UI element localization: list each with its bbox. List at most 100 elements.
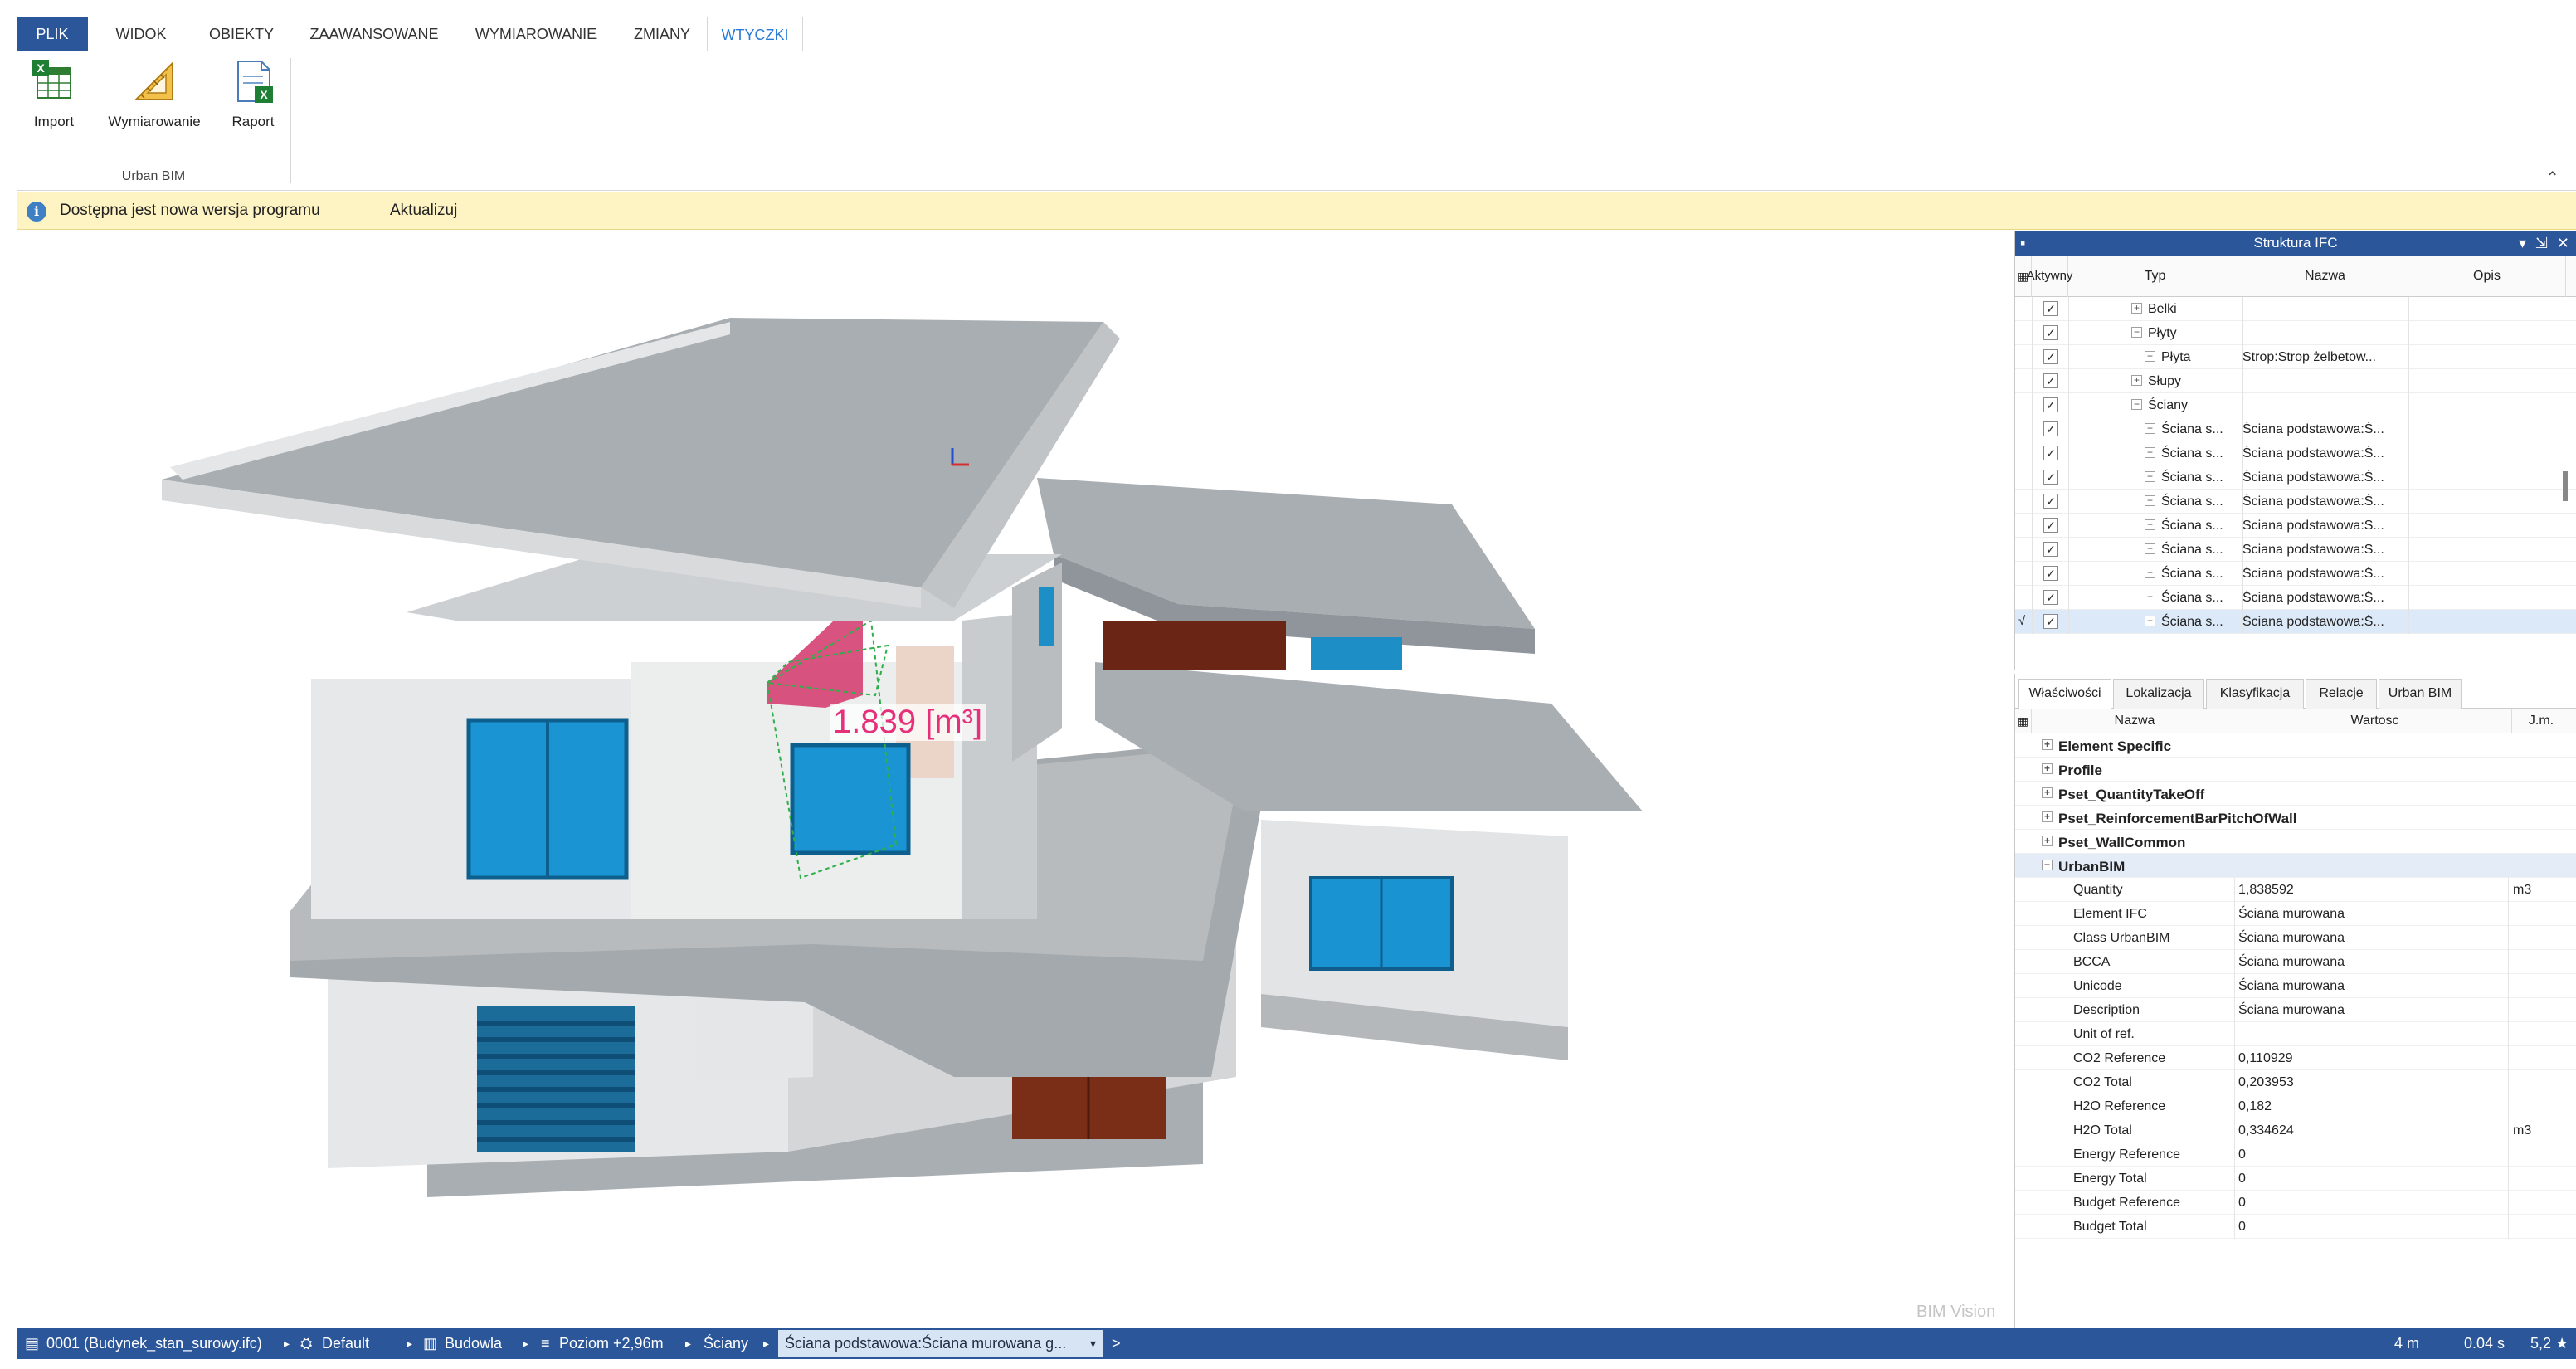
header-wartosc[interactable]: Wartosc <box>2238 709 2512 733</box>
expand-icon[interactable]: + <box>2042 739 2053 750</box>
ifc-tree-row[interactable]: ✓ + Belki <box>2015 297 2576 321</box>
expand-icon[interactable]: + <box>2131 375 2142 386</box>
expand-icon[interactable]: + <box>2145 519 2155 530</box>
property-group[interactable]: + Profile <box>2015 758 2576 782</box>
property-group[interactable]: + Pset_QuantityTakeOff <box>2015 782 2576 806</box>
panel-dropdown-icon[interactable]: ▾ <box>2519 231 2526 256</box>
tab-wymiarowanie[interactable]: WYMIAROWANIE <box>461 17 611 51</box>
tab-lokalizacja[interactable]: Lokalizacja <box>2113 679 2204 709</box>
pin-icon[interactable]: ⇲ <box>2535 231 2548 256</box>
tab-widok[interactable]: WIDOK <box>100 17 183 51</box>
tab-plik[interactable]: PLIK <box>17 17 88 51</box>
active-checkbox[interactable]: ✓ <box>2043 421 2058 436</box>
active-checkbox[interactable]: ✓ <box>2043 518 2058 533</box>
header-active[interactable]: Aktywny <box>2027 256 2072 297</box>
property-row[interactable]: H2O Total 0,334624 m3 <box>2015 1118 2576 1142</box>
collapse-icon[interactable]: − <box>2131 399 2142 410</box>
expand-icon[interactable]: + <box>2145 495 2155 506</box>
property-row[interactable]: Element IFC Ściana murowana <box>2015 902 2576 926</box>
ifc-scrollbar[interactable] <box>2563 471 2568 501</box>
property-row[interactable]: Energy Reference 0 <box>2015 1142 2576 1167</box>
ifc-tree-row[interactable]: ✓ + Ściana s... Ściana podstawowa:Ś... <box>2015 490 2576 514</box>
active-checkbox[interactable]: ✓ <box>2043 542 2058 557</box>
property-row[interactable]: Class UrbanBIM Ściana murowana <box>2015 926 2576 950</box>
status-file[interactable]: 0001 (Budynek_stan_surowy.ifc) <box>46 1335 262 1352</box>
header-type[interactable]: Typ <box>2068 256 2242 297</box>
property-row[interactable]: Description Ściana murowana <box>2015 998 2576 1022</box>
wymiarowanie-button[interactable]: Wymiarowanie <box>96 58 212 151</box>
expand-icon[interactable]: + <box>2145 616 2155 626</box>
ifc-tree-row[interactable]: ✓ + Ściana s... Ściana podstawowa:Ś... <box>2015 441 2576 465</box>
status-element[interactable]: Ściana podstawowa:Ściana murowana g... <box>778 1330 1103 1357</box>
ifc-tree-row[interactable]: ✓ + Ściana s... Ściana podstawowa:Ś... <box>2015 562 2576 586</box>
property-group[interactable]: + Pset_ReinforcementBarPitchOfWall <box>2015 806 2576 830</box>
ifc-tree-row[interactable]: ✓ + Słupy <box>2015 369 2576 393</box>
property-row[interactable]: Energy Total 0 <box>2015 1167 2576 1191</box>
tab-relacje[interactable]: Relacje <box>2306 679 2377 709</box>
properties-column-chooser-icon[interactable]: ▦ <box>2015 709 2032 733</box>
ifc-tree-row[interactable]: ✓ + Ściana s... Ściana podstawowa:Ś... <box>2015 586 2576 610</box>
property-row[interactable]: Quantity 1,838592 m3 <box>2015 878 2576 902</box>
active-checkbox[interactable]: ✓ <box>2043 446 2058 460</box>
tab-wtyczki[interactable]: WTYCZKI <box>707 17 803 52</box>
tab-zmiany[interactable]: ZMIANY <box>621 17 704 51</box>
property-row[interactable]: H2O Reference 0,182 <box>2015 1094 2576 1118</box>
property-row[interactable]: CO2 Reference 0,110929 <box>2015 1046 2576 1070</box>
expand-icon[interactable]: + <box>2145 543 2155 554</box>
active-checkbox[interactable]: ✓ <box>2043 566 2058 581</box>
active-checkbox[interactable]: ✓ <box>2043 397 2058 412</box>
ifc-tree-row[interactable]: ✓ + Ściana s... Ściana podstawowa:Ś... <box>2015 514 2576 538</box>
tab-urban-bim[interactable]: Urban BIM <box>2379 679 2462 709</box>
property-row[interactable]: CO2 Total 0,203953 <box>2015 1070 2576 1094</box>
property-group[interactable]: + Element Specific <box>2015 733 2576 758</box>
ifc-tree-row[interactable]: ✓ − Płyty <box>2015 321 2576 345</box>
expand-icon[interactable]: + <box>2042 763 2053 774</box>
tab-zaawansowane[interactable]: ZAAWANSOWANE <box>295 17 453 51</box>
active-checkbox[interactable]: ✓ <box>2043 349 2058 364</box>
active-checkbox[interactable]: ✓ <box>2043 494 2058 509</box>
expand-icon[interactable]: + <box>2145 423 2155 434</box>
expand-icon[interactable]: + <box>2145 351 2155 362</box>
dropdown-icon[interactable]: ▾ <box>1090 1337 1096 1351</box>
status-category[interactable]: Ściany <box>704 1335 748 1352</box>
property-row[interactable]: Unicode Ściana murowana <box>2015 974 2576 998</box>
expand-icon[interactable]: + <box>2042 811 2053 822</box>
property-group[interactable]: − UrbanBIM <box>2015 854 2576 878</box>
active-checkbox[interactable]: ✓ <box>2043 325 2058 340</box>
status-view[interactable]: Default <box>322 1335 369 1352</box>
ifc-tree-row[interactable]: ✓ + Płyta Strop:Strop żelbetow... <box>2015 345 2576 369</box>
expand-icon[interactable]: + <box>2042 836 2053 846</box>
property-row[interactable]: Budget Reference 0 <box>2015 1191 2576 1215</box>
ifc-tree-row[interactable]: √ ✓ + Ściana s... Ściana podstawowa:Ś... <box>2015 610 2576 634</box>
ifc-tree-row[interactable]: ✓ + Ściana s... Ściana podstawowa:Ś... <box>2015 465 2576 490</box>
collapse-icon[interactable]: − <box>2042 860 2053 870</box>
collapse-icon[interactable]: − <box>2131 327 2142 338</box>
3d-viewport[interactable]: 1.839 [m³] BIM Vision <box>17 231 2008 1328</box>
ifc-tree-row[interactable]: ✓ − Ściany <box>2015 393 2576 417</box>
active-checkbox[interactable]: ✓ <box>2043 590 2058 605</box>
close-icon[interactable]: ✕ <box>2557 231 2569 256</box>
active-checkbox[interactable]: ✓ <box>2043 373 2058 388</box>
collapse-ribbon-icon[interactable]: ⌃ <box>2545 168 2559 188</box>
header-nazwa[interactable]: Nazwa <box>2032 709 2238 733</box>
property-row[interactable]: Budget Total 0 <box>2015 1215 2576 1239</box>
header-desc[interactable]: Opis <box>2408 256 2566 297</box>
tab-klasyfikacja[interactable]: Klasyfikacja <box>2206 679 2304 709</box>
ifc-tree-row[interactable]: ✓ + Ściana s... Ściana podstawowa:Ś... <box>2015 417 2576 441</box>
expand-icon[interactable]: + <box>2145 568 2155 578</box>
tab-wlasciwosci[interactable]: Właściwości <box>2018 679 2111 709</box>
active-checkbox[interactable]: ✓ <box>2043 301 2058 316</box>
property-row[interactable]: BCCA Ściana murowana <box>2015 950 2576 974</box>
header-jm[interactable]: J.m. <box>2512 709 2570 733</box>
expand-icon[interactable]: + <box>2145 592 2155 602</box>
tab-obiekty[interactable]: OBIEKTY <box>196 17 287 51</box>
property-group[interactable]: + Pset_WallCommon <box>2015 830 2576 854</box>
raport-button[interactable]: X Raport <box>224 58 282 151</box>
status-level[interactable]: Poziom +2,96m <box>559 1335 664 1352</box>
property-row[interactable]: Unit of ref. <box>2015 1022 2576 1046</box>
ifc-tree-row[interactable]: ✓ + Ściana s... Ściana podstawowa:Ś... <box>2015 538 2576 562</box>
header-name[interactable]: Nazwa <box>2242 256 2408 297</box>
expand-icon[interactable]: + <box>2042 787 2053 798</box>
expand-icon[interactable]: + <box>2145 447 2155 458</box>
breadcrumb-next-icon[interactable]: > <box>1112 1335 1121 1352</box>
